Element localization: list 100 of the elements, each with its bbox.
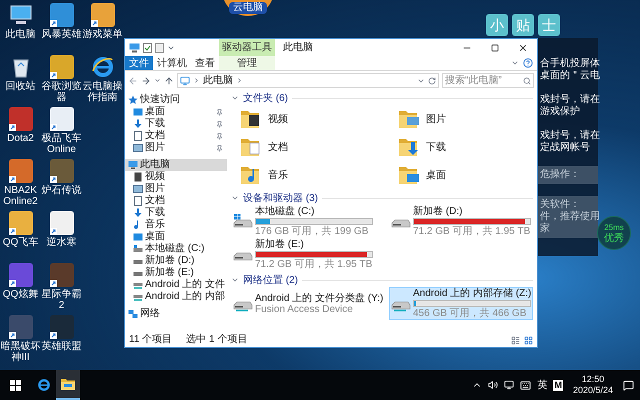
group-header[interactable]: 设备和驱动器 (3) — [243, 190, 318, 206]
nav-item[interactable]: 音乐 — [125, 219, 227, 231]
folder-tile[interactable]: 下载 — [389, 133, 533, 161]
desktop-icon-label[interactable]: 回收站 — [0, 81, 40, 92]
desktop-icon-label[interactable]: 暗黑破坏神III — [0, 341, 40, 363]
ribbon-tab[interactable]: 计算机 — [153, 56, 191, 70]
nav-item[interactable]: 文档 — [125, 195, 227, 207]
tips-title-letter: 贴 — [512, 14, 534, 36]
app-badge[interactable]: 云电脑 — [222, 0, 274, 16]
notification-icon[interactable] — [623, 380, 634, 390]
tip-text: 合手机投屏体 桌面的＂云电 — [540, 58, 598, 82]
close-icon — [518, 42, 528, 52]
details-view-icon[interactable] — [511, 336, 520, 344]
ribbon-tab[interactable]: 查看 — [191, 56, 219, 70]
desktop-icon-label[interactable]: QQ炫舞 — [0, 289, 40, 300]
breadcrumb-chevron-icon[interactable] — [193, 77, 200, 84]
group-header[interactable]: 网络位置 (2) — [243, 272, 298, 288]
tiles-view-icon[interactable] — [524, 336, 533, 344]
desktop-icon-label[interactable]: NBA2K Online2 — [0, 185, 40, 207]
tip-text: 危操作： — [536, 166, 598, 184]
nav-item[interactable]: 桌面 — [125, 231, 227, 243]
help-icon[interactable] — [523, 58, 533, 68]
collapse-chevron-icon[interactable] — [231, 94, 239, 102]
drive-tile[interactable]: 本地磁盘 (C:) 176 GB 可用，共 199 GB — [231, 205, 389, 238]
refresh-icon[interactable] — [428, 76, 436, 84]
ribbon-expand-icon[interactable] — [511, 59, 519, 67]
download-folder-icon — [398, 136, 420, 158]
desktop-folder-icon — [398, 164, 420, 186]
status-selection: 选中 1 个项目 — [186, 334, 248, 346]
folder-tile[interactable]: 文档 — [231, 133, 389, 161]
properties-icon[interactable] — [143, 42, 152, 52]
address-bar[interactable]: 此电脑 — [177, 73, 439, 88]
drive-icon — [133, 244, 143, 254]
nav-item[interactable]: 下载 — [125, 207, 227, 219]
tip-text: 关软件： 件，推荐使用 家 — [536, 196, 598, 238]
clock[interactable]: 12:50 2020/5/24 — [568, 374, 617, 396]
nav-item[interactable]: 视频 — [125, 171, 227, 183]
nav-item[interactable]: 本地磁盘 (C:) — [125, 243, 227, 255]
music-folder-icon — [240, 164, 262, 186]
desktop-icon-label[interactable]: 谷歌浏览器 — [42, 81, 82, 103]
desktop-icon-label[interactable]: 英雄联盟 — [42, 341, 82, 352]
tip-text: 戏封号，请在 定战网帐号 — [540, 130, 598, 154]
collapse-chevron-icon[interactable] — [231, 276, 239, 284]
desktop-icon-label[interactable]: 极品飞车Online — [42, 133, 82, 155]
group-header[interactable]: 文件夹 (6) — [243, 90, 288, 106]
browser-e-icon — [90, 55, 114, 79]
desktop-icon-label[interactable]: 风暴英雄 — [42, 29, 82, 40]
document-icon — [133, 196, 143, 206]
desktop-icon-label[interactable]: 逆水寒 — [42, 237, 82, 248]
nav-item[interactable]: 图片 — [125, 142, 227, 154]
folder-tile[interactable]: 桌面 — [389, 161, 533, 189]
folder-tile[interactable]: 视频 — [231, 105, 389, 133]
video-folder-icon — [240, 108, 262, 130]
forward-icon[interactable] — [141, 76, 151, 86]
computer-icon — [180, 76, 190, 86]
recent-caret-icon[interactable] — [154, 77, 161, 84]
ime-mode[interactable]: M — [553, 380, 563, 390]
ribbon-tab[interactable]: 文件 — [125, 56, 153, 70]
desktop-icon-label[interactable]: QQ飞车 — [0, 237, 40, 248]
film-icon — [133, 172, 143, 182]
drive-tile[interactable]: 新加卷 (E:) 71.2 GB 可用，共 1.95 TB — [231, 238, 389, 271]
nav-item[interactable]: 下载 — [125, 118, 227, 130]
desktop-icon-label[interactable]: 炉石传说 — [42, 185, 82, 196]
nav-item[interactable]: 快速访问 — [125, 94, 227, 106]
breadcrumb-chevron-icon[interactable] — [236, 77, 243, 84]
volume-icon[interactable] — [488, 380, 498, 390]
desktop-icon-label[interactable]: Dota2 — [0, 133, 40, 144]
nav-item[interactable]: 图片 — [125, 183, 227, 195]
nav-item[interactable]: Android 上的 内部 — [125, 291, 227, 303]
folder-tile[interactable]: 图片 — [389, 105, 533, 133]
desktop-icon-label[interactable]: 云电脑操作指南 — [82, 81, 122, 103]
nav-item[interactable]: 新加卷 (E:) — [125, 267, 227, 279]
nav-item[interactable]: 网络 — [125, 308, 227, 320]
context-tab-header: 驱动器工具 — [219, 39, 275, 56]
search-icon[interactable] — [523, 76, 531, 84]
nav-item[interactable]: 此电脑 — [125, 159, 227, 171]
nav-item[interactable]: 新加卷 (D:) — [125, 255, 227, 267]
computer-icon[interactable] — [129, 42, 140, 52]
collapse-chevron-icon[interactable] — [231, 194, 239, 202]
nav-item[interactable]: Android 上的 文件 — [125, 279, 227, 291]
desktop-icon — [133, 232, 143, 242]
nav-item[interactable]: 文档 — [125, 130, 227, 142]
network-icon[interactable] — [504, 380, 514, 390]
folder-tile[interactable]: 音乐 — [231, 161, 389, 189]
taskbar-app[interactable] — [56, 370, 80, 400]
desktop-icon-label[interactable]: 此电脑 — [0, 29, 40, 40]
drive-tile[interactable]: Android 上的 文件分类盘 (Y:) Fusion Access Device — [231, 287, 389, 320]
network-drive-icon — [133, 292, 143, 302]
nav-item[interactable]: 桌面 — [125, 106, 227, 118]
desktop-icon-label[interactable]: 游戏菜单 — [82, 29, 122, 40]
ribbon-tab[interactable]: 管理 — [219, 56, 275, 70]
desktop-icon-label[interactable]: 星际争霸2 — [42, 289, 82, 311]
drive-tile[interactable]: 新加卷 (D:) 71.2 GB 可用，共 1.95 TB — [389, 205, 533, 238]
input-language[interactable]: 英 — [537, 378, 548, 392]
up-icon[interactable] — [164, 76, 174, 86]
windows-drive-icon — [233, 214, 253, 230]
keyboard-icon[interactable] — [520, 380, 532, 390]
tips-title-letter: 小 — [486, 14, 508, 36]
drive-tile[interactable]: Android 上的 内部存储 (Z:) 456 GB 可用，共 466 GB — [389, 287, 533, 320]
network-icon — [128, 309, 138, 319]
